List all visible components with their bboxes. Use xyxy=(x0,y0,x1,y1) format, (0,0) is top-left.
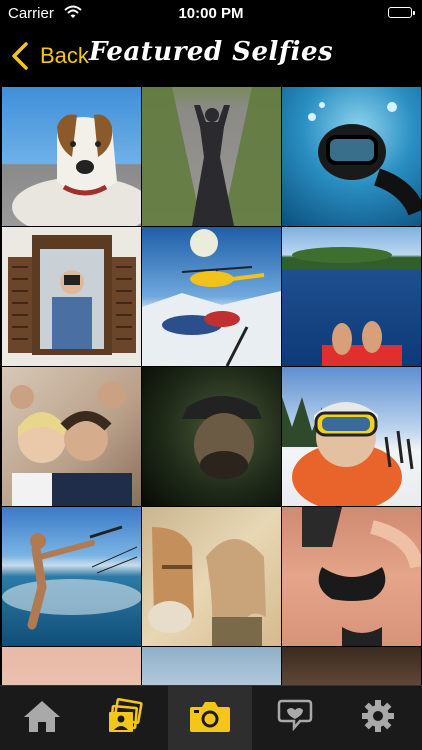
photo-tile-beach-selfie[interactable] xyxy=(282,507,421,646)
photo-tile-partial-2[interactable] xyxy=(142,647,281,685)
home-icon xyxy=(22,698,62,739)
battery-icon xyxy=(388,7,415,18)
tab-chat[interactable] xyxy=(252,686,336,750)
clock: 10:00 PM xyxy=(178,5,244,22)
photo-tile-helicopter-snow[interactable] xyxy=(142,227,281,366)
photo-tile-man-in-window-frame[interactable] xyxy=(2,227,141,366)
tab-home[interactable] xyxy=(0,686,84,750)
photo-tile-partial-3[interactable] xyxy=(282,647,421,685)
photo-tile-group-selfie[interactable] xyxy=(2,367,141,506)
camera-icon xyxy=(188,698,232,739)
photo-tile-dog-selfie[interactable] xyxy=(2,87,141,226)
photo-tile-dark-cap-portrait[interactable] xyxy=(142,367,281,506)
page-title: Featured Selfies xyxy=(88,37,334,67)
photo-tile-underwater-diver[interactable] xyxy=(282,87,421,226)
photos-icon xyxy=(106,697,146,739)
photo-grid xyxy=(0,85,422,685)
tab-bar xyxy=(0,685,422,750)
photo-tile-shadow-on-road[interactable] xyxy=(142,87,281,226)
tab-camera[interactable] xyxy=(168,686,252,750)
photo-tile-partial-1[interactable] xyxy=(2,647,141,685)
photo-tile-horse-and-woman[interactable] xyxy=(142,507,281,646)
photo-tile-lake-feet[interactable] xyxy=(282,227,421,366)
tab-settings[interactable] xyxy=(336,686,420,750)
navigation-bar: Back Featured Selfies xyxy=(0,28,422,85)
photo-tile-kitesurfer[interactable] xyxy=(2,507,141,646)
status-bar: Carrier 10:00 PM xyxy=(0,0,422,28)
tab-photos[interactable] xyxy=(84,686,168,750)
photo-tile-ski-goggles[interactable] xyxy=(282,367,421,506)
settings-icon xyxy=(358,698,398,739)
chat-icon xyxy=(274,698,314,739)
